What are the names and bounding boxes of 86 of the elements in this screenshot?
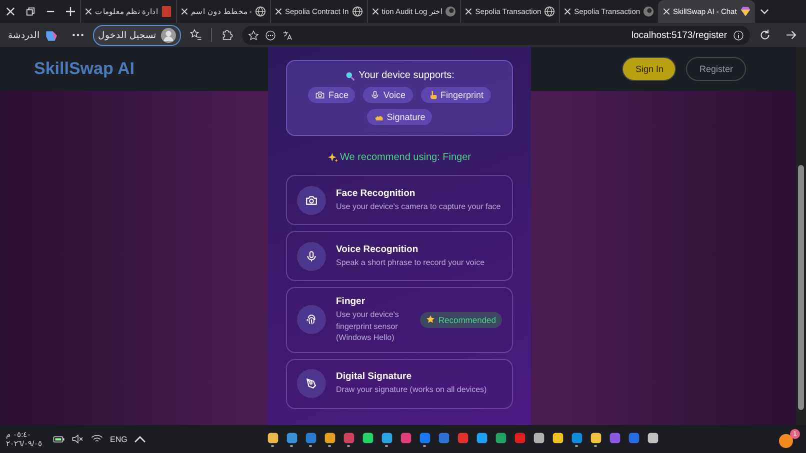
copilot-button[interactable]: الدردشة: [4, 26, 63, 44]
microphone-icon: [370, 90, 380, 100]
writing-hand-icon: [374, 112, 384, 122]
app-icon[interactable]: [570, 432, 583, 444]
scrollbar[interactable]: [796, 47, 806, 425]
round-logo-icon: [643, 6, 654, 17]
app-icon[interactable]: [552, 432, 564, 444]
method-title: Face Recognition: [336, 188, 416, 199]
sparkles-icon: [328, 152, 338, 162]
close-icon[interactable]: [465, 8, 472, 15]
method-title: Digital Signature: [336, 371, 412, 382]
app-icon[interactable]: [362, 432, 374, 444]
globe-icon: [254, 6, 266, 17]
speaker-muted-icon[interactable]: [72, 434, 84, 444]
app-icon[interactable]: [286, 432, 298, 444]
close-icon[interactable]: [274, 8, 282, 15]
app-icon[interactable]: [476, 432, 488, 444]
chevron-up-icon[interactable]: [134, 434, 146, 444]
plus-icon: [66, 7, 74, 16]
method-description: Draw your signature (works on all devices): [336, 384, 488, 396]
gem-icon: [740, 6, 751, 17]
scroll-thumb[interactable]: [798, 165, 804, 410]
close-icon[interactable]: [372, 8, 379, 15]
close-icon[interactable]: [85, 8, 92, 15]
capability-chip: Signature: [366, 109, 432, 125]
method-description: Use your device's fingerprint sensor (Windows Hello): [336, 309, 400, 344]
header-button[interactable]: Register: [686, 57, 746, 81]
star-icon[interactable]: [248, 30, 259, 40]
capability-chip: Face: [308, 87, 356, 103]
app-icon[interactable]: [590, 432, 602, 444]
microphone-icon: [305, 250, 318, 262]
refresh-icon: [759, 29, 771, 41]
globe-icon: [352, 6, 363, 17]
avatar-icon: [160, 28, 176, 42]
translate-icon[interactable]: [282, 30, 293, 40]
battery-icon[interactable]: [53, 434, 65, 444]
method-option[interactable]: Voice Recognition Speak a short phrase to record your voice: [286, 231, 513, 281]
star-list-icon: [190, 29, 202, 41]
camera-icon: [305, 194, 318, 206]
header-button[interactable]: Sign In: [622, 57, 676, 81]
close-icon[interactable]: [181, 8, 188, 15]
pen-nib-icon: [305, 377, 318, 390]
method-title: Finger: [336, 296, 366, 307]
wifi-icon[interactable]: [91, 434, 103, 444]
close-icon[interactable]: [564, 8, 572, 15]
method-option[interactable]: Face Recognition Use your device's camera to capture your face: [286, 175, 513, 225]
method-description: Use your device's camera to capture your face: [336, 200, 502, 212]
close-icon[interactable]: [663, 8, 670, 15]
close-icon: [6, 7, 14, 16]
recommendation-text: We recommend using: Finger: [340, 152, 471, 163]
capability-chip: Voice: [363, 87, 412, 103]
pointing-hand-icon: [428, 90, 438, 100]
url-text: localhost:5173/register: [630, 30, 727, 40]
method-title: Voice Recognition: [336, 244, 420, 255]
app-icon[interactable]: [532, 432, 545, 444]
chevron-down-icon: [760, 7, 770, 16]
app-icon[interactable]: [400, 432, 412, 444]
camera-icon: [315, 90, 326, 100]
app-icon[interactable]: [324, 432, 336, 444]
restore-icon: [26, 7, 34, 16]
profile-button[interactable]: تسجيل الدخول: [93, 24, 181, 46]
app-icon[interactable]: [266, 432, 279, 444]
method-option[interactable]: Digital Signature Draw your signature (works on all devices): [286, 358, 513, 409]
app-icon[interactable]: [380, 432, 393, 444]
capability-chip: Fingerprint: [420, 87, 491, 103]
puzzle-icon: [220, 29, 233, 41]
notification-avatar[interactable]: [779, 434, 793, 448]
supports-title: Your device supports:: [358, 70, 454, 81]
globe-icon: [544, 6, 556, 17]
method-option[interactable]: Finger Use your device's fingerprint sensor (Windows Hello) Recommended: [286, 287, 513, 353]
arrow-right-icon: [785, 29, 797, 41]
method-description: Speak a short phrase to record your voice: [336, 256, 486, 268]
fingerprint-icon: [305, 313, 318, 326]
round-logo-icon: [445, 6, 456, 17]
more-circle-icon[interactable]: [264, 30, 276, 40]
info-icon[interactable]: [733, 30, 744, 40]
address-bar[interactable]: localhost:5173/register: [242, 26, 750, 44]
app-icon[interactable]: [646, 432, 659, 444]
magnifier-icon: [344, 70, 355, 80]
app-icon[interactable]: [494, 432, 507, 444]
recommended-badge: Recommended: [420, 312, 502, 328]
language-indicator[interactable]: ENG: [110, 434, 128, 444]
document-icon: [161, 6, 172, 17]
brand-logo: SkillSwap AI: [34, 59, 134, 79]
app-icon[interactable]: [418, 432, 431, 444]
star-icon: [426, 315, 436, 324]
